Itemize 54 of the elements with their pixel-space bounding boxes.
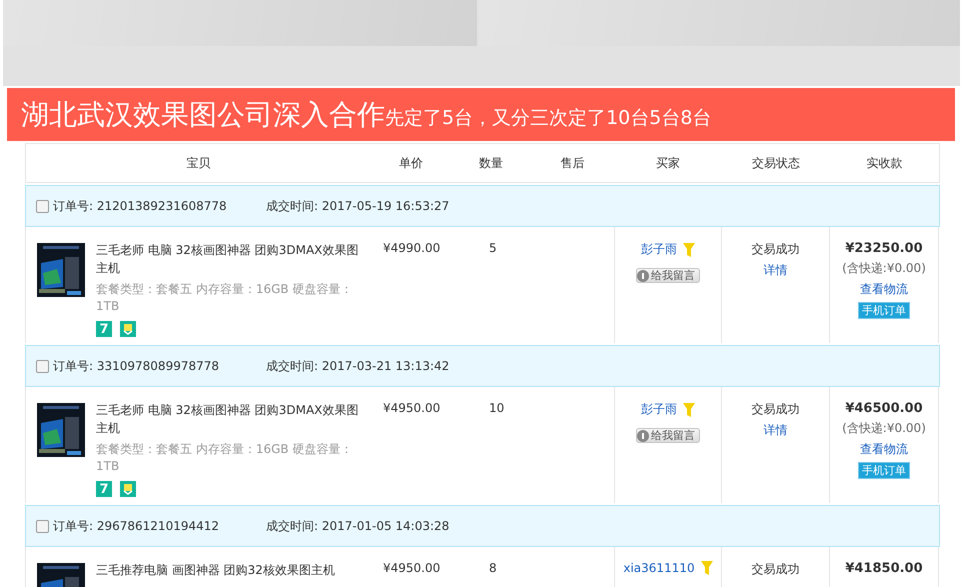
speech-bubble-icon <box>637 270 649 282</box>
quantity: 10 <box>489 401 504 415</box>
deal-time: 成交时间: 2017-01-05 14:03:28 <box>266 518 450 534</box>
order-number: 订单号: 3310978089978778 <box>53 358 220 374</box>
mobile-order-badge: 手机订单 <box>858 462 910 479</box>
product-title[interactable]: 三毛推荐电脑 画图神器 团购32核效果图主机 <box>96 561 366 579</box>
mobile-order-badge: 手机订单 <box>858 302 910 319</box>
quantity: 5 <box>489 241 497 255</box>
deal-time: 成交时间: 2017-05-19 16:53:27 <box>266 198 450 214</box>
buyer-link[interactable]: 彭子雨 <box>641 401 677 418</box>
column-header: 买家 <box>655 154 681 172</box>
column-header: 实收款 <box>866 154 904 172</box>
trade-status: 交易成功 <box>752 401 800 418</box>
product-specs: 套餐类型：套餐五 内存容量：16GB 硬盘容量：1TB <box>96 281 354 315</box>
message-button[interactable]: 给我留言 <box>636 428 700 443</box>
total-paid: ¥23250.00 <box>845 241 923 256</box>
seven-day-badge: 7 <box>96 321 112 337</box>
logistics-link[interactable]: 查看物流 <box>860 281 908 298</box>
column-header: 数量 <box>478 154 504 172</box>
product-specs: 套餐类型：套餐五 内存容量：16GB 硬盘容量：1TB <box>96 441 354 475</box>
checkbox[interactable] <box>36 520 49 532</box>
shield-icon <box>120 481 136 497</box>
details-link[interactable]: 详情 <box>764 262 788 279</box>
checkbox[interactable] <box>36 200 49 212</box>
buyer-link[interactable]: 彭子雨 <box>641 241 677 258</box>
message-button[interactable]: 给我留言 <box>636 268 700 283</box>
deal-time: 成交时间: 2017-03-21 13:13:42 <box>266 358 450 374</box>
seven-day-badge: 7 <box>96 481 112 497</box>
order-number: 订单号: 2967861210194412 <box>53 518 220 534</box>
total-paid: ¥46500.00 <box>845 401 923 416</box>
banner-headline: 湖北武汉效果图公司深入合作 <box>21 96 385 132</box>
buyer-link[interactable]: xia3611110 <box>623 561 695 575</box>
total-paid: ¥41850.00 <box>845 561 923 576</box>
product-title[interactable]: 三毛老师 电脑 32核画图神器 团购3DMAX效果图主机 <box>96 401 366 437</box>
checkbox[interactable] <box>36 360 49 372</box>
trade-status: 交易成功 <box>752 241 800 258</box>
details-link[interactable]: 详情 <box>764 422 788 439</box>
quantity: 8 <box>489 561 497 575</box>
shield-icon <box>120 321 136 337</box>
column-header: 单价 <box>398 154 424 172</box>
column-header: 交易状态 <box>751 154 801 172</box>
shipping-note: (含快递:¥0.00) <box>842 420 926 437</box>
logistics-link[interactable]: 查看物流 <box>860 441 908 458</box>
shipping-note: (含快递:¥0.00) <box>842 260 926 277</box>
unit-price: ¥4950.00 <box>383 401 440 415</box>
unit-price: ¥4950.00 <box>383 561 440 575</box>
column-header: 售后 <box>560 154 586 172</box>
column-header: 宝贝 <box>186 154 212 172</box>
unit-price: ¥4990.00 <box>383 241 440 255</box>
banner-subline: 先定了5台，又分三次定了10台5台8台 <box>385 106 712 130</box>
order-number: 订单号: 21201389231608778 <box>53 198 228 214</box>
product-title[interactable]: 三毛老师 电脑 32核画图神器 团购3DMAX效果图主机 <box>96 241 366 277</box>
trade-status: 交易成功 <box>752 561 800 578</box>
speech-bubble-icon <box>637 430 649 442</box>
